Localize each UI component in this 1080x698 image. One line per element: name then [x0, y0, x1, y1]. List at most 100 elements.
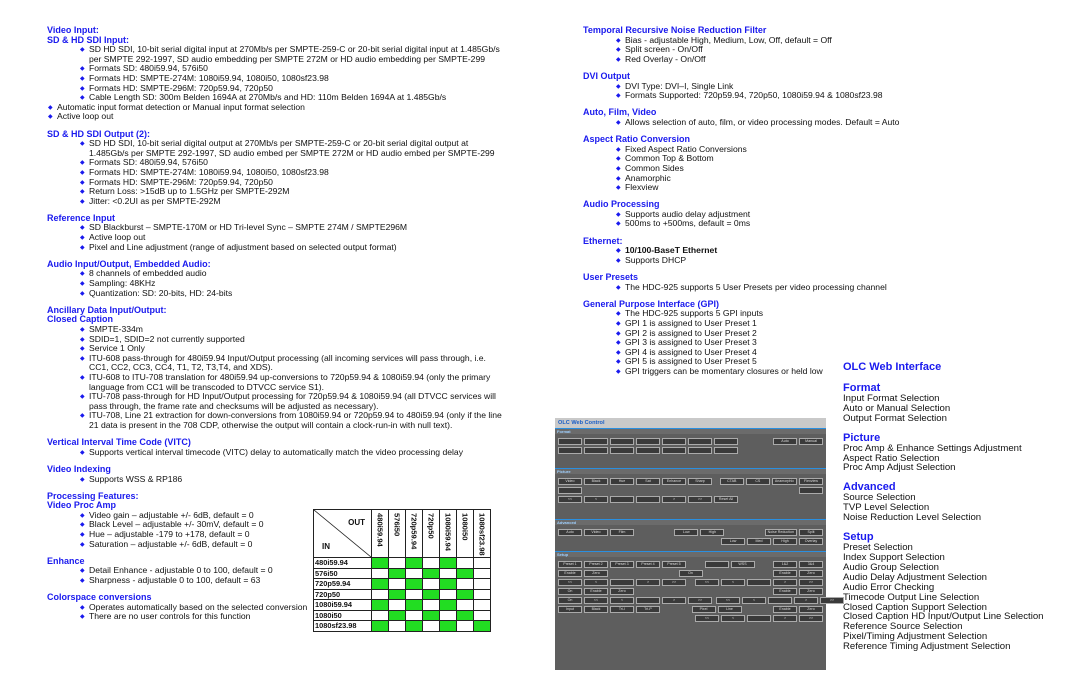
- web-control-button[interactable]: Preset 1: [558, 561, 582, 568]
- web-control-button[interactable]: <<: [716, 597, 740, 604]
- web-control-button[interactable]: CTAB: [719, 478, 744, 485]
- web-control-button[interactable]: Auto: [773, 438, 797, 445]
- web-control-button[interactable]: <<: [695, 579, 719, 586]
- web-control-button[interactable]: On: [558, 588, 582, 595]
- web-control-button[interactable]: High: [773, 538, 797, 545]
- web-control-button[interactable]: Preset 4: [636, 561, 660, 568]
- web-control-button[interactable]: Zero: [584, 570, 608, 577]
- web-control-button[interactable]: [558, 438, 582, 445]
- web-control-button[interactable]: 3&4: [799, 561, 823, 568]
- olc-group: Setup Preset Selection Index Support Selec…: [843, 532, 1073, 652]
- web-control-button[interactable]: High: [700, 529, 725, 536]
- web-control-button[interactable]: Enable: [773, 588, 797, 595]
- web-control-button[interactable]: Preset 2: [584, 561, 608, 568]
- web-control-button[interactable]: Anamorphic: [771, 478, 797, 485]
- web-control-button[interactable]: Black: [584, 606, 608, 613]
- web-control-button[interactable]: CS: [745, 478, 770, 485]
- web-control-button[interactable]: [768, 597, 792, 604]
- web-control-button[interactable]: On: [678, 570, 703, 577]
- web-control-button[interactable]: >>: [799, 579, 823, 586]
- web-control-button[interactable]: Enable: [773, 570, 797, 577]
- web-control-button[interactable]: [747, 615, 771, 622]
- web-control-button[interactable]: Zero: [799, 570, 823, 577]
- web-control-button[interactable]: Video: [558, 478, 582, 485]
- web-control-button[interactable]: [714, 447, 738, 454]
- web-control-button[interactable]: [636, 597, 660, 604]
- web-control-button[interactable]: >>: [662, 579, 686, 586]
- web-control-button[interactable]: [799, 487, 823, 494]
- web-control-button[interactable]: <: [584, 496, 608, 503]
- web-control-button[interactable]: Sat: [636, 478, 660, 485]
- web-control-button[interactable]: Zero: [799, 588, 823, 595]
- web-control-button[interactable]: <<: [695, 615, 719, 622]
- web-control-button[interactable]: Split: [799, 529, 823, 536]
- web-control-button[interactable]: Enable: [584, 588, 608, 595]
- web-control-button[interactable]: >: [662, 496, 686, 503]
- web-control-button[interactable]: Manual: [799, 438, 823, 445]
- web-control-button[interactable]: Film: [610, 529, 634, 536]
- web-control-button[interactable]: >: [794, 597, 818, 604]
- web-control-button[interactable]: >: [662, 597, 686, 604]
- web-control-button[interactable]: [610, 579, 634, 586]
- web-control-button[interactable]: <: [721, 579, 745, 586]
- web-control-button[interactable]: [662, 447, 686, 454]
- web-control-button[interactable]: Line: [717, 606, 742, 613]
- web-control-button[interactable]: [584, 438, 608, 445]
- web-control-button[interactable]: Auto: [558, 529, 582, 536]
- web-control-button[interactable]: Sharp: [688, 478, 712, 485]
- web-control-button[interactable]: Video: [584, 529, 608, 536]
- web-control-button[interactable]: Pixel: [691, 606, 716, 613]
- web-control-button[interactable]: Zero: [610, 588, 634, 595]
- web-control-button[interactable]: [584, 447, 608, 454]
- web-control-button[interactable]: Preset 5: [662, 561, 686, 568]
- web-control-button[interactable]: [558, 487, 582, 494]
- web-control-button[interactable]: Noise Reduction: [764, 529, 797, 536]
- web-control-button[interactable]: [636, 496, 660, 503]
- web-control-button[interactable]: On: [558, 597, 582, 604]
- web-control-button[interactable]: Reset All: [714, 496, 738, 503]
- web-control-button[interactable]: >: [773, 615, 797, 622]
- web-control-button[interactable]: Low: [721, 538, 745, 545]
- web-control-button[interactable]: >: [636, 579, 660, 586]
- web-control-button[interactable]: Tri-P: [636, 606, 660, 613]
- web-control-button[interactable]: Low: [674, 529, 699, 536]
- web-control-button[interactable]: >>: [799, 615, 823, 622]
- web-control-button[interactable]: [747, 579, 771, 586]
- web-control-button[interactable]: [704, 561, 729, 568]
- web-control-button[interactable]: <: [584, 579, 608, 586]
- web-control-button[interactable]: >>: [688, 597, 712, 604]
- web-control-button[interactable]: [610, 496, 634, 503]
- web-control-button[interactable]: [662, 438, 686, 445]
- web-control-button[interactable]: <<: [558, 496, 582, 503]
- web-control-button[interactable]: Input: [558, 606, 582, 613]
- web-control-button[interactable]: [636, 438, 660, 445]
- web-control-button[interactable]: [688, 447, 712, 454]
- web-control-button[interactable]: Tri-I: [610, 606, 634, 613]
- web-control-button[interactable]: [610, 438, 634, 445]
- web-control-button[interactable]: <: [721, 615, 745, 622]
- web-control-button[interactable]: [688, 438, 712, 445]
- web-control-button[interactable]: <: [610, 597, 634, 604]
- web-control-button[interactable]: <<: [584, 597, 608, 604]
- web-control-button[interactable]: Black: [584, 478, 608, 485]
- web-control-button[interactable]: [714, 438, 738, 445]
- web-control-button[interactable]: WSS: [730, 561, 755, 568]
- web-control-button[interactable]: Enable: [558, 570, 582, 577]
- web-control-button[interactable]: Flexview: [799, 478, 823, 485]
- web-control-button[interactable]: [636, 447, 660, 454]
- web-control-button[interactable]: >>: [820, 597, 844, 604]
- web-control-button[interactable]: Overlay: [799, 538, 823, 545]
- web-control-button[interactable]: >: [773, 579, 797, 586]
- web-control-button[interactable]: <<: [558, 579, 582, 586]
- web-control-button[interactable]: Enhance: [662, 478, 686, 485]
- web-control-button[interactable]: Preset 3: [610, 561, 634, 568]
- web-control-button[interactable]: Med: [747, 538, 771, 545]
- web-control-button[interactable]: [558, 447, 582, 454]
- web-control-button[interactable]: Hue: [610, 478, 634, 485]
- web-control-button[interactable]: >>: [688, 496, 712, 503]
- web-control-button[interactable]: <: [742, 597, 766, 604]
- web-control-button[interactable]: [610, 447, 634, 454]
- web-control-button[interactable]: Zero: [799, 606, 823, 613]
- web-control-button[interactable]: Enable: [773, 606, 797, 613]
- web-control-button[interactable]: 1&2: [773, 561, 797, 568]
